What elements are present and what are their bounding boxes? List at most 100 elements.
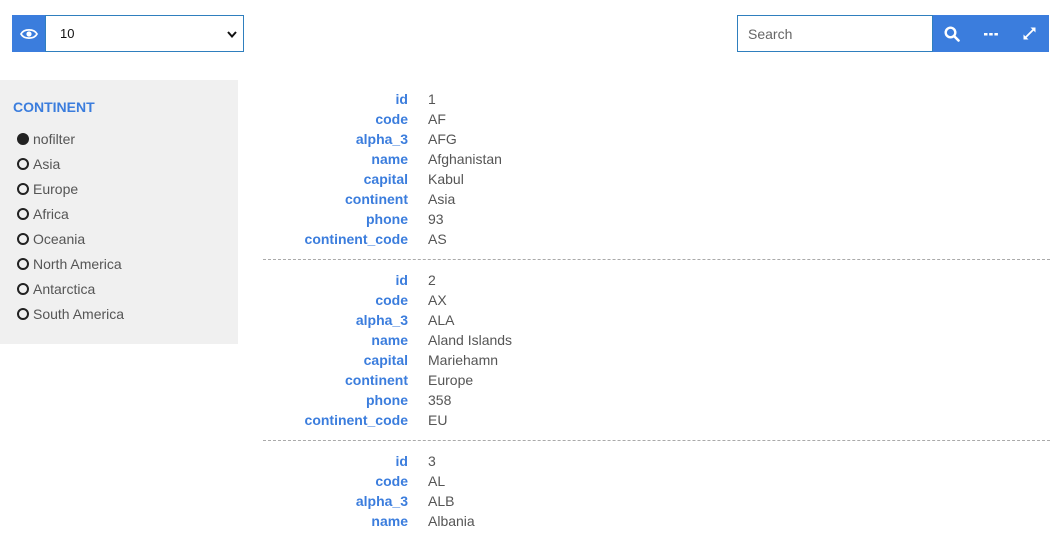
field-key: name <box>371 513 408 529</box>
field-value: Aland Islands <box>428 332 513 348</box>
radio-selected-icon <box>17 132 29 145</box>
filter-option-europe[interactable]: Europe <box>17 176 124 201</box>
radio-icon <box>17 157 29 170</box>
filter-option-asia[interactable]: Asia <box>17 151 124 176</box>
field-key: continent_code <box>304 231 408 247</box>
field-key: capital <box>363 171 408 187</box>
field-key: id <box>395 91 408 107</box>
filter-label: Oceania <box>33 230 86 247</box>
field-row: phone 93 <box>263 209 1050 229</box>
filter-option-south-america[interactable]: South America <box>17 301 124 326</box>
field-row: code AF <box>263 109 1050 129</box>
radio-icon <box>17 307 29 320</box>
field-value: AF <box>428 111 446 127</box>
field-key: alpha_3 <box>355 312 408 328</box>
more-icon[interactable] <box>973 15 1009 52</box>
field-value: AFG <box>428 131 457 147</box>
filter-label: nofilter <box>33 130 76 147</box>
radio-icon <box>17 282 29 295</box>
field-key: capital <box>363 352 408 368</box>
field-row: name Aland Islands <box>263 330 1050 350</box>
field-row: capital Kabul <box>263 169 1050 189</box>
field-row: continent_code EU <box>263 410 1050 430</box>
radio-icon <box>17 257 29 270</box>
field-value: 93 <box>428 211 444 227</box>
chevron-down-icon <box>227 26 237 41</box>
field-row: alpha_3 ALA <box>263 310 1050 330</box>
field-value: 358 <box>428 392 452 408</box>
field-key: code <box>375 473 408 489</box>
filter-title: CONTINENT <box>13 99 95 115</box>
continent-filter-panel: CONTINENT nofilter Asia Europe Africa Oc… <box>0 80 238 344</box>
field-key: id <box>395 272 408 288</box>
field-key: continent_code <box>304 412 408 428</box>
filter-option-oceania[interactable]: Oceania <box>17 226 124 251</box>
field-value: AL <box>428 473 446 489</box>
search-toolbar <box>737 15 1049 52</box>
record-list: id 1 code AF alpha_3 AFG name Afghanistan ca… <box>263 89 1050 531</box>
field-value: ALA <box>428 312 455 328</box>
radio-icon <box>17 182 29 195</box>
field-row: alpha_3 ALB <box>263 491 1050 511</box>
field-value: Asia <box>428 191 456 207</box>
filter-option-antarctica[interactable]: Antarctica <box>17 276 124 301</box>
filter-list: nofilter Asia Europe Africa Oceania Nort… <box>17 126 124 326</box>
field-row: name Afghanistan <box>263 149 1050 169</box>
filter-label: South America <box>33 305 125 322</box>
field-value: Afghanistan <box>428 151 502 167</box>
record-card: id 2 code AX alpha_3 ALA name Aland Islands … <box>263 270 1050 441</box>
page-size-value: 10 <box>60 26 75 41</box>
field-key: alpha_3 <box>355 493 408 509</box>
field-value: 1 <box>428 91 436 107</box>
field-value: AS <box>428 231 447 247</box>
eye-icon[interactable] <box>12 15 45 52</box>
search-input[interactable] <box>737 15 933 52</box>
field-row: code AX <box>263 290 1050 310</box>
field-key: id <box>395 453 408 469</box>
field-row: continent_code AS <box>263 229 1050 249</box>
radio-icon <box>17 232 29 245</box>
field-row: capital Mariehamn <box>263 350 1050 370</box>
radio-icon <box>17 207 29 220</box>
field-row: code AL <box>263 471 1050 491</box>
page-size-control: 10 <box>12 15 244 52</box>
field-row: continent Europe <box>263 370 1050 390</box>
search-icon[interactable] <box>934 15 970 52</box>
filter-option-africa[interactable]: Africa <box>17 201 124 226</box>
field-value: Kabul <box>428 171 464 187</box>
record-card: id 1 code AF alpha_3 AFG name Afghanistan ca… <box>263 89 1050 260</box>
field-key: code <box>375 292 408 308</box>
filter-label: Europe <box>33 180 79 197</box>
page-size-select[interactable]: 10 <box>45 15 244 52</box>
field-value: AX <box>428 292 447 308</box>
field-value: Albania <box>428 513 475 529</box>
field-value: ALB <box>428 493 455 509</box>
field-row: name Albania <box>263 511 1050 531</box>
field-value: Europe <box>428 372 474 388</box>
field-key: name <box>371 332 408 348</box>
field-key: alpha_3 <box>355 131 408 147</box>
field-row: alpha_3 AFG <box>263 129 1050 149</box>
filter-label: Africa <box>33 205 69 222</box>
field-key: continent <box>345 191 408 207</box>
record-card: id 3 code AL alpha_3 ALB name Albania <box>263 451 1050 531</box>
toolbar-buttons <box>933 15 1049 52</box>
field-value: 3 <box>428 453 436 469</box>
field-key: code <box>375 111 408 127</box>
field-row: id 1 <box>263 89 1050 109</box>
field-row: id 2 <box>263 270 1050 290</box>
field-value: 2 <box>428 272 436 288</box>
field-value: Mariehamn <box>428 352 499 368</box>
field-key: phone <box>366 392 408 408</box>
expand-icon[interactable] <box>1012 15 1048 52</box>
filter-option-north-america[interactable]: North America <box>17 251 124 276</box>
filter-option-nofilter[interactable]: nofilter <box>17 126 124 151</box>
field-value: EU <box>428 412 448 428</box>
field-key: continent <box>345 372 408 388</box>
filter-label: Antarctica <box>33 280 96 297</box>
field-row: phone 358 <box>263 390 1050 410</box>
field-row: id 3 <box>263 451 1050 471</box>
filter-label: North America <box>33 255 122 272</box>
field-row: continent Asia <box>263 189 1050 209</box>
filter-label: Asia <box>33 155 61 172</box>
